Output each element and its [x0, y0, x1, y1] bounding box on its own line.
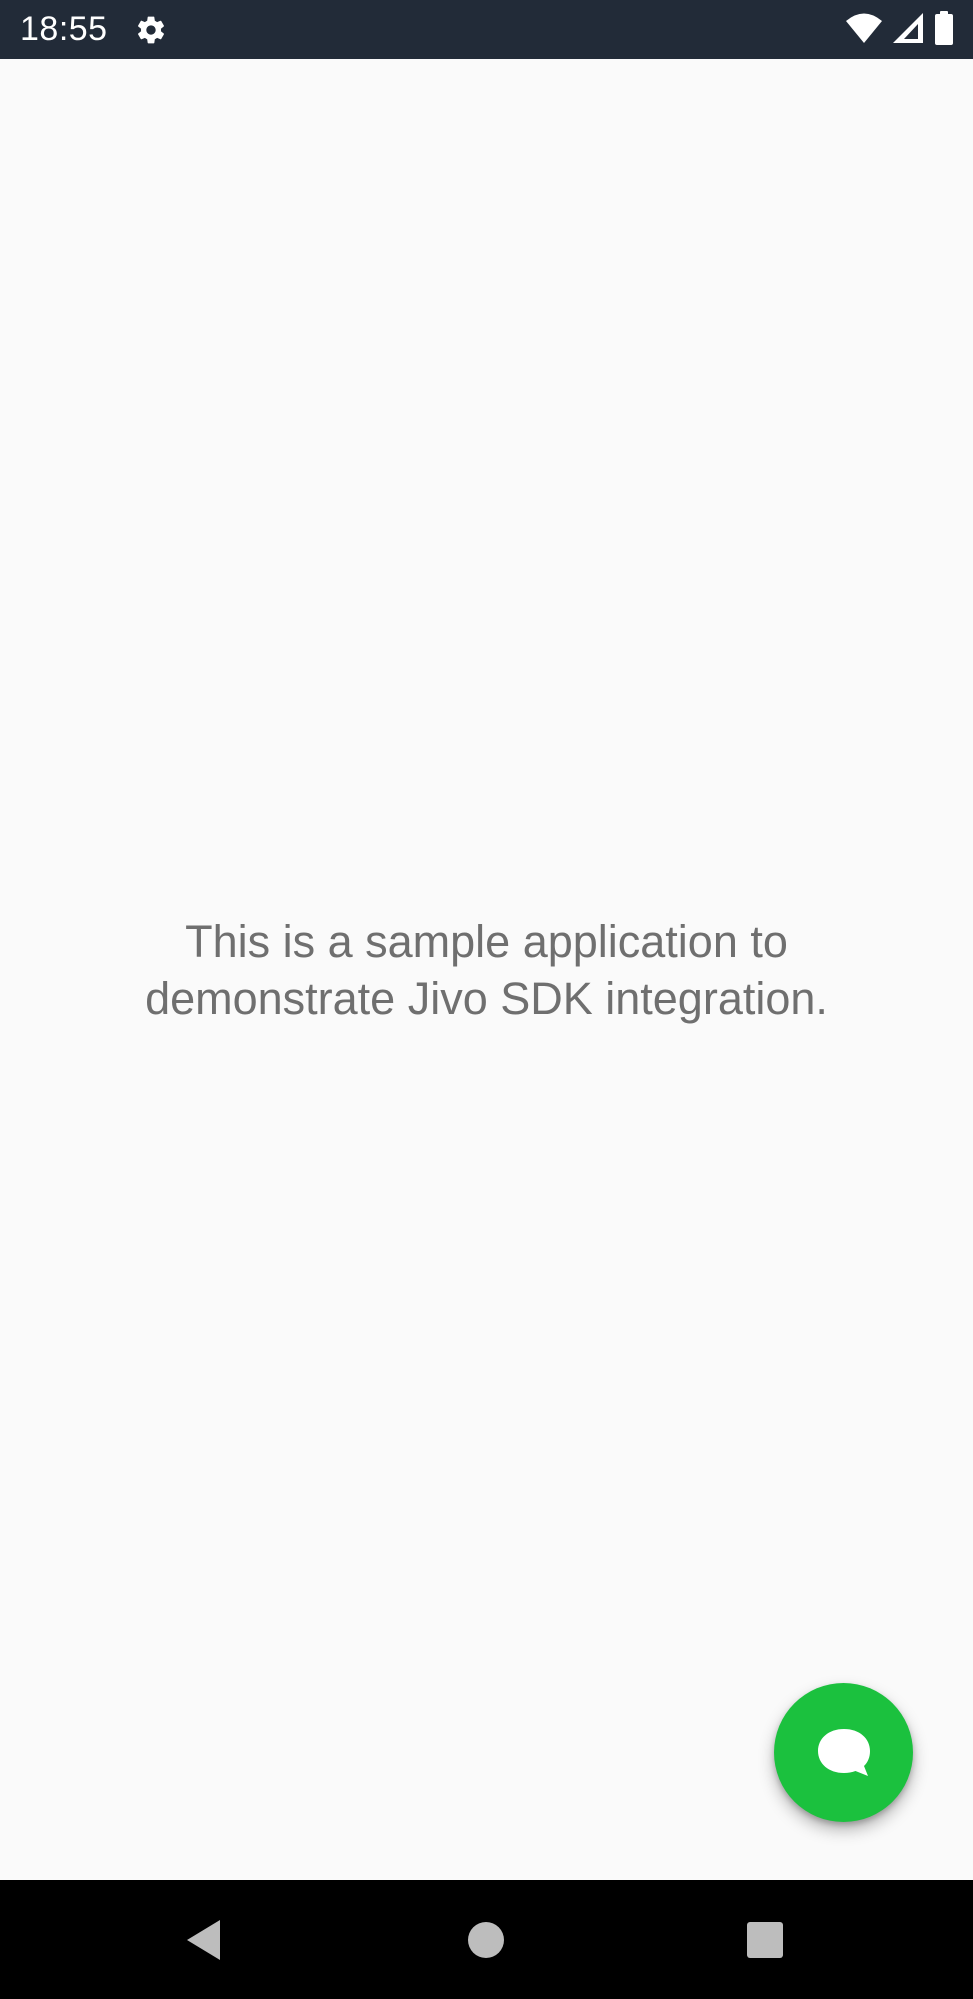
back-button[interactable]: [144, 1880, 264, 1999]
navigation-bar: [0, 1880, 973, 1999]
status-icons: [845, 10, 955, 50]
app-screen: 18:55 This is a sample application to de…: [0, 0, 973, 1999]
chat-fab-button[interactable]: [774, 1683, 913, 1822]
wifi-icon: [845, 12, 883, 49]
sample-description: This is a sample application to demonstr…: [145, 916, 828, 1024]
home-button[interactable]: [426, 1880, 546, 1999]
chat-bubble-icon: [817, 1728, 870, 1776]
recents-icon: [747, 1921, 783, 1958]
battery-icon: [933, 10, 955, 50]
back-icon: [187, 1919, 220, 1960]
status-time: 18:55: [20, 10, 108, 48]
recents-button[interactable]: [705, 1880, 825, 1999]
status-bar: 18:55: [0, 0, 973, 59]
gear-icon: [135, 14, 167, 46]
main-content: This is a sample application to demonstr…: [0, 59, 973, 1880]
home-icon: [468, 1921, 504, 1958]
cell-signal-icon: [891, 12, 925, 49]
